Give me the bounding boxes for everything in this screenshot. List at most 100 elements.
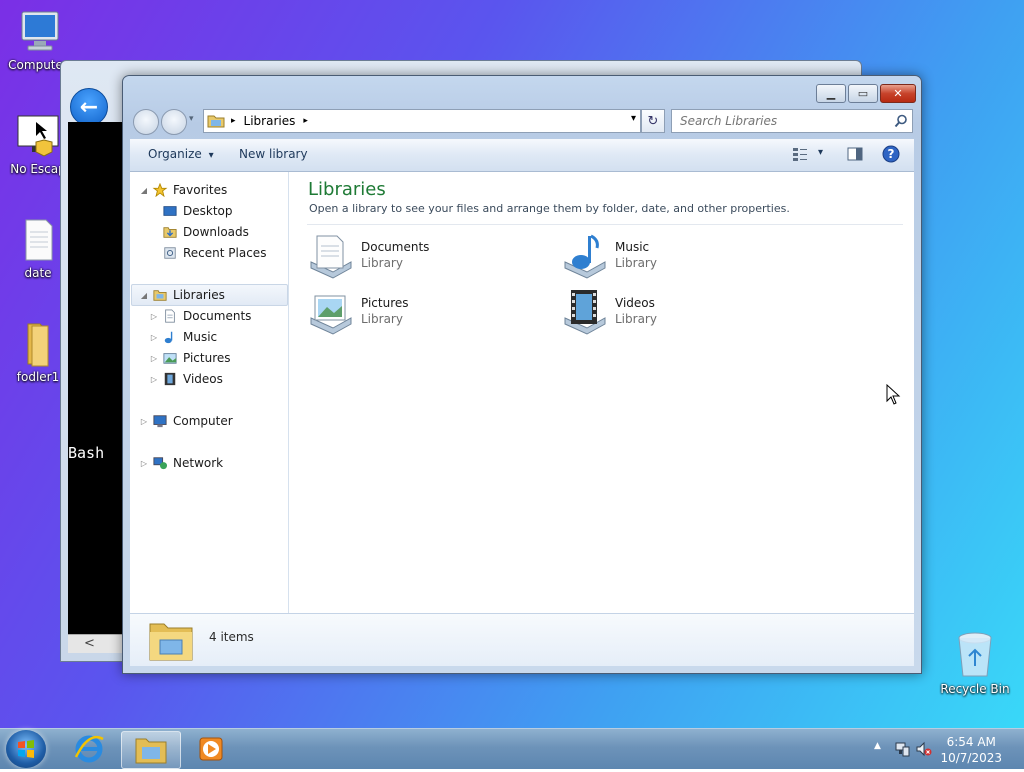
breadcrumb-arrow-icon[interactable]: ▸ [231, 116, 236, 126]
terminal-area[interactable]: Bash [68, 122, 126, 634]
tree-downloads[interactable]: Downloads [159, 222, 249, 242]
help-button[interactable]: ? [882, 145, 900, 166]
tree-favorites[interactable]: ◢ Favorites [139, 180, 227, 200]
music-icon [164, 331, 173, 344]
tree-label: Computer [173, 414, 233, 428]
taskbar-media-player[interactable] [182, 731, 240, 767]
windows-logo-icon [18, 740, 34, 758]
expand-arrow-icon[interactable]: ◢ [139, 291, 149, 300]
terminal-text: Bash [68, 444, 105, 462]
preview-pane-button[interactable] [847, 146, 863, 165]
library-tile-pictures[interactable]: Pictures Library [307, 288, 527, 338]
documents-library-icon [310, 235, 352, 279]
close-button[interactable]: ✕ [880, 84, 916, 103]
internet-explorer-icon [74, 735, 104, 763]
explorer-window[interactable]: ▁ ▭ ✕ ▾ ▸ Libraries ▸ ▾ ↻ Search Librari… [122, 75, 922, 674]
desktop-icon-recycle-bin[interactable]: Recycle Bin [937, 630, 1013, 696]
folder-icon [27, 323, 49, 367]
start-button[interactable] [6, 730, 46, 768]
tree-recent-places[interactable]: Recent Places [159, 243, 266, 263]
expand-arrow-icon[interactable]: ▷ [149, 333, 159, 342]
library-tile-music[interactable]: Music Library [561, 232, 781, 282]
taskbar-explorer[interactable] [121, 731, 181, 769]
breadcrumb-arrow-icon[interactable]: ▸ [303, 116, 308, 126]
expand-arrow-icon[interactable]: ◢ [139, 186, 149, 195]
back-arrow-icon[interactable]: ← [70, 88, 108, 126]
libraries-icon [207, 115, 225, 128]
recent-pages-dropdown[interactable]: ▾ [189, 114, 194, 124]
tree-desktop[interactable]: Desktop [159, 201, 233, 221]
search-icon[interactable] [894, 114, 908, 128]
show-hidden-icons-button[interactable]: ▲ [874, 741, 881, 751]
new-library-button[interactable]: New library [239, 147, 308, 161]
maximize-button[interactable]: ▭ [848, 84, 878, 103]
minimize-icon: ▁ [826, 87, 836, 100]
divider [307, 224, 903, 225]
tile-type: Library [361, 256, 403, 270]
refresh-button[interactable]: ↻ [641, 109, 665, 133]
change-view-button[interactable] [792, 146, 808, 165]
address-bar[interactable]: ▸ Libraries ▸ ▾ [203, 109, 641, 133]
tree-documents[interactable]: ▷ Documents [149, 306, 252, 326]
videos-library-icon [564, 290, 606, 335]
library-tile-videos[interactable]: Videos Library [561, 288, 781, 338]
help-icon: ? [882, 145, 900, 163]
tree-network[interactable]: ▷ Network [139, 453, 223, 473]
minimize-button[interactable]: ▁ [816, 84, 846, 103]
taskbar: ▲ 6:54 AM 10/7/2023 [0, 728, 1024, 769]
expand-arrow-icon[interactable]: ▷ [149, 354, 159, 363]
network-tray-icon[interactable] [894, 741, 910, 757]
navigation-pane: ◢ Favorites Desktop Downloads Recent Pla… [130, 172, 289, 613]
organize-label: Organize [148, 147, 202, 161]
desktop: Computer No Escap date fodler1 Recycle B… [0, 0, 1024, 728]
taskbar-internet-explorer[interactable] [60, 731, 118, 767]
expand-arrow-icon[interactable]: ▷ [139, 459, 149, 468]
tree-label: Pictures [183, 351, 231, 365]
tile-name: Pictures [361, 296, 409, 310]
desktop-icon-label: Recycle Bin [940, 682, 1010, 696]
forward-button[interactable] [161, 109, 187, 135]
cursor-icon [886, 384, 901, 405]
back-button[interactable] [133, 109, 159, 135]
maximize-icon: ▭ [857, 87, 869, 100]
document-icon [25, 219, 53, 261]
tree-label: Favorites [173, 183, 228, 197]
videos-icon [164, 372, 176, 386]
network-icon [153, 457, 167, 470]
address-dropdown-icon[interactable]: ▾ [631, 113, 636, 124]
tree-label: Network [173, 456, 224, 470]
svg-text:?: ? [888, 147, 895, 161]
tree-videos[interactable]: ▷ Videos [149, 369, 223, 389]
clock[interactable]: 6:54 AM 10/7/2023 [940, 734, 1002, 766]
search-box[interactable] [671, 109, 913, 133]
breadcrumb-libraries[interactable]: Libraries [244, 114, 296, 128]
tile-name: Music [615, 240, 650, 254]
pictures-icon [163, 353, 177, 364]
expand-arrow-icon[interactable]: ▷ [149, 375, 159, 384]
page-title: Libraries [308, 179, 386, 200]
pictures-library-icon [310, 295, 352, 335]
libraries-icon [153, 290, 167, 301]
view-icon [793, 148, 807, 161]
desktop-icon [163, 206, 177, 216]
preview-pane-icon [847, 147, 863, 161]
chevron-left-icon: < [84, 636, 95, 651]
page-subtitle: Open a library to see your files and arr… [309, 202, 790, 215]
scroll-left-button[interactable]: < [68, 634, 124, 653]
view-dropdown-icon[interactable]: ▾ [818, 147, 823, 158]
expand-arrow-icon[interactable]: ▷ [139, 417, 149, 426]
tree-computer[interactable]: ▷ Computer [139, 411, 233, 431]
recent-places-icon [164, 247, 176, 259]
tree-music[interactable]: ▷ Music [149, 327, 217, 347]
tree-pictures[interactable]: ▷ Pictures [149, 348, 231, 368]
search-input[interactable] [678, 113, 894, 129]
tree-label: Desktop [183, 204, 233, 218]
volume-muted-icon[interactable] [916, 741, 932, 757]
content-pane: Libraries Open a library to see your fil… [289, 172, 914, 613]
tree-libraries[interactable]: ◢ Libraries [139, 285, 225, 305]
organize-button[interactable]: Organize ▾ [148, 147, 214, 161]
library-tile-documents[interactable]: Documents Library [307, 232, 527, 282]
expand-arrow-icon[interactable]: ▷ [149, 312, 159, 321]
tree-label: Downloads [183, 225, 249, 239]
music-library-icon [564, 234, 606, 279]
